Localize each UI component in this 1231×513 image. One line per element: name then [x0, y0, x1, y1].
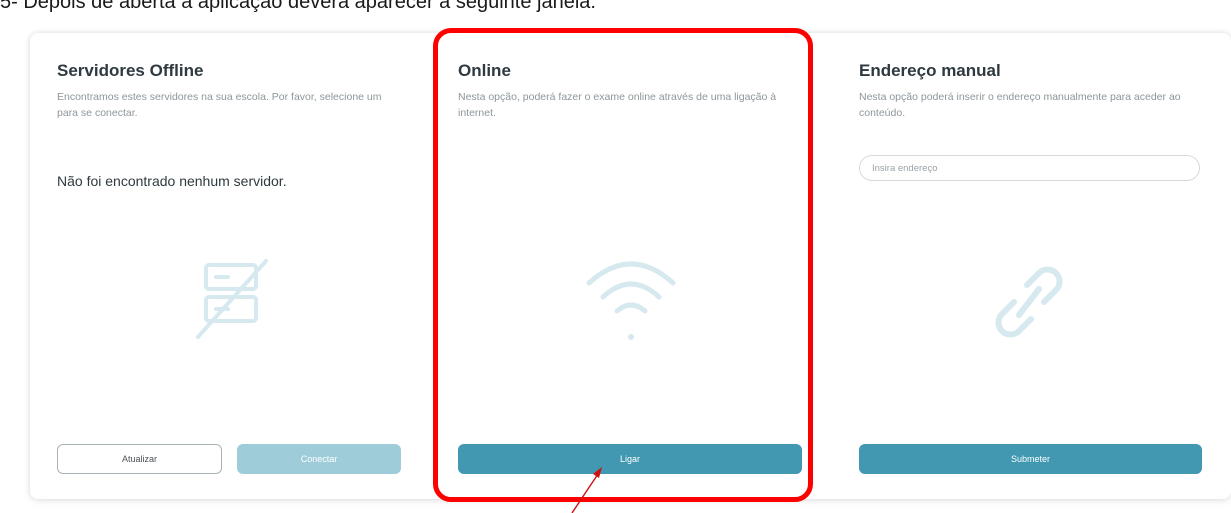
online-description: Nesta opção, poderá fazer o exame online…: [458, 91, 777, 119]
offline-servers-column: Servidores Offline Encontramos estes ser…: [57, 33, 402, 499]
no-server-message: Não foi encontrado nenhum servidor.: [57, 173, 287, 189]
document-caption: 5- Depois de aberta a aplicação deverá a…: [0, 0, 596, 13]
link-icon: [995, 266, 1063, 338]
offline-description: Encontramos estes servidores na sua esco…: [57, 91, 382, 119]
online-title: Online: [458, 61, 511, 80]
refresh-button[interactable]: Atualizar: [57, 444, 222, 474]
manual-description: Nesta opção poderá inserir o endereço ma…: [859, 91, 1181, 119]
offline-title: Servidores Offline: [57, 61, 204, 80]
manual-address-column: Endereço manual Nesta opção poderá inser…: [859, 33, 1204, 499]
address-input[interactable]: [859, 155, 1200, 181]
manual-title: Endereço manual: [859, 61, 1001, 80]
online-column: Online Nesta opção, poderá fazer o exame…: [458, 33, 803, 499]
connect-offline-button[interactable]: Conectar: [237, 444, 401, 474]
server-off-icon: [196, 259, 268, 339]
connection-dialog: Servidores Offline Encontramos estes ser…: [30, 33, 1231, 499]
wifi-icon: [586, 261, 676, 340]
connect-online-button[interactable]: Ligar: [458, 444, 802, 474]
submit-button[interactable]: Submeter: [859, 444, 1202, 474]
